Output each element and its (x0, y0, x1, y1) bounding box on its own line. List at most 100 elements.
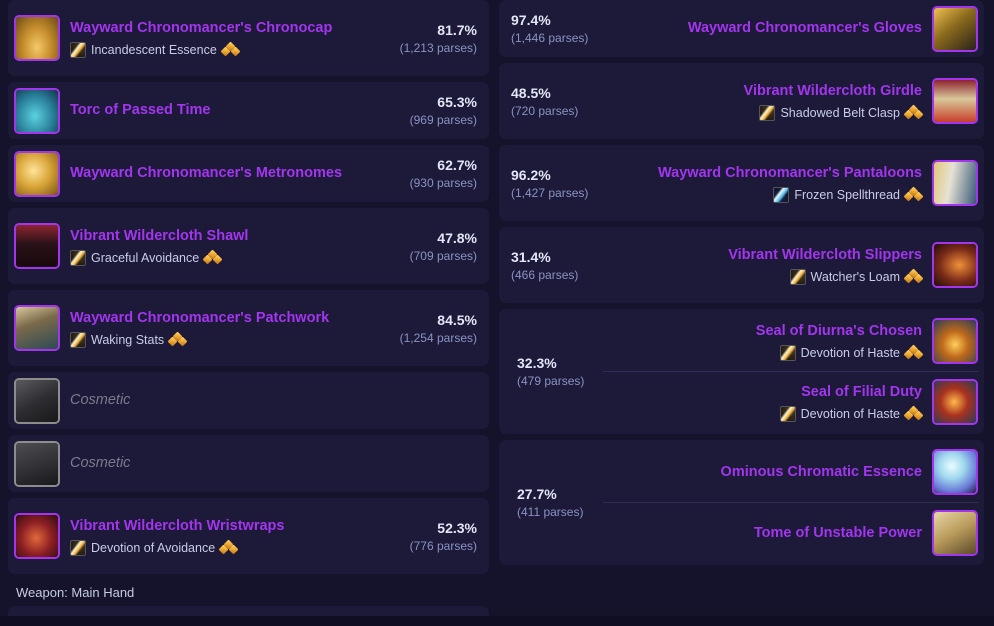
item-name[interactable]: Wayward Chronomancer's Patchwork (70, 309, 390, 328)
gear-columns: Wayward Chronomancer's Chronocap Incandes… (0, 0, 994, 626)
gear-row[interactable]: Wayward Chronomancer's Patchwork Waking S… (8, 290, 489, 366)
item-icon-chronomancer-gloves[interactable] (932, 5, 978, 52)
gem-cluster-icon[interactable] (903, 104, 924, 120)
gem-cluster-icon[interactable] (202, 249, 223, 265)
item-icon-torc-of-passed-time[interactable] (14, 87, 60, 134)
gear-row[interactable]: Wayward Chronomancer's Metronomes 62.7% (9… (8, 145, 489, 202)
enchant-scroll-icon[interactable] (70, 249, 86, 266)
gear-row[interactable]: Vibrant Wildercloth Wristwraps Devotion o… (8, 498, 489, 574)
gear-row[interactable]: Cosmetic (8, 435, 489, 492)
parse-stats: 32.3% (479 parses) (511, 354, 601, 389)
parse-count: (720 parses) (511, 103, 579, 118)
enchant-line: Devotion of Avoidance (70, 539, 400, 556)
item-icon-wildercloth-slippers[interactable] (932, 242, 978, 288)
gear-pair-row[interactable]: 27.7% (411 parses) Ominous Chromatic Essen… (499, 440, 984, 565)
item-icon-art (16, 17, 58, 59)
gear-row[interactable]: Cosmetic (8, 372, 489, 429)
item-icon-wildercloth-wristwraps[interactable] (14, 513, 60, 559)
enchant-line: Waking Stats (70, 331, 390, 348)
parse-percent: 47.8% (437, 229, 477, 246)
gem-cluster-icon[interactable] (167, 331, 188, 347)
gear-subrow[interactable]: Seal of Diurna's Chosen Devotion of Haste (601, 314, 978, 368)
enchant-scroll-icon[interactable] (759, 104, 776, 121)
cosmetic-label[interactable]: Cosmetic (70, 391, 467, 410)
item-name[interactable]: Tome of Unstable Power (611, 524, 922, 543)
gear-pair-row[interactable]: 32.3% (479 parses) Seal of Diurna's Chosen… (499, 309, 984, 434)
parse-stats-wrap: 27.7% (411 parses) (505, 485, 601, 520)
enchant-line: Graceful Avoidance (70, 249, 400, 266)
gem-cluster-icon[interactable] (220, 41, 241, 57)
item-name[interactable]: Vibrant Wildercloth Slippers (605, 246, 922, 265)
item-name[interactable]: Seal of Diurna's Chosen (611, 322, 922, 341)
item-icon-art (934, 162, 976, 204)
parse-percent: 65.3% (437, 94, 477, 110)
enchant-scroll-icon[interactable] (779, 405, 796, 422)
gem-cluster-icon[interactable] (218, 539, 239, 555)
enchant-label: Waking Stats (91, 332, 165, 347)
item-name[interactable]: Vibrant Wildercloth Shawl (70, 227, 400, 246)
parse-count: (1,427 parses) (511, 185, 589, 200)
gear-row[interactable]: 96.2% (1,427 parses) Wayward Chronomancer'… (499, 145, 984, 221)
parse-percent: 84.5% (437, 311, 477, 328)
enchant-scroll-icon-blue[interactable] (773, 186, 790, 203)
gear-subrow[interactable]: Seal of Filial Duty Devotion of Haste (601, 375, 978, 429)
enchant-scroll-icon[interactable] (779, 344, 796, 361)
gear-row[interactable]: Vibrant Wildercloth Shawl Graceful Avoida… (8, 208, 489, 284)
gear-row[interactable]: 48.5% (720 parses) Vibrant Wildercloth Gir… (499, 63, 984, 139)
item-name[interactable]: Ominous Chromatic Essence (611, 463, 922, 482)
item-info: Wayward Chronomancer's Chronocap Incandes… (60, 19, 400, 58)
parse-percent: 81.7% (437, 21, 477, 38)
parse-count: (930 parses) (409, 176, 477, 190)
parse-count: (1,213 parses) (399, 40, 477, 55)
gear-row[interactable]: Torc of Passed Time 65.3% (969 parses) (8, 82, 489, 139)
item-icon-cosmetic-tabard[interactable] (14, 440, 60, 487)
parse-stats: 47.8% (709 parses) (410, 229, 483, 264)
item-name[interactable]: Vibrant Wildercloth Wristwraps (70, 517, 400, 536)
item-name[interactable]: Wayward Chronomancer's Pantaloons (605, 164, 922, 183)
item-icon-wildercloth-girdle[interactable] (932, 78, 978, 124)
parse-count: (709 parses) (409, 248, 477, 263)
item-icon-wildercloth-shawl[interactable] (14, 223, 60, 269)
gem-cluster-icon[interactable] (903, 344, 924, 360)
item-icon-seal-of-filial-duty[interactable] (932, 379, 978, 425)
parse-percent: 62.7% (437, 157, 477, 173)
item-name[interactable]: Wayward Chronomancer's Gloves (605, 19, 922, 38)
item-name[interactable]: Seal of Filial Duty (611, 383, 922, 402)
right-gear-column: 97.4% (1,446 parses) Wayward Chronomancer'… (497, 0, 994, 626)
item-name[interactable]: Wayward Chronomancer's Chronocap (70, 19, 390, 38)
item-icon-cosmetic-shirt[interactable] (14, 377, 60, 424)
item-name[interactable]: Torc of Passed Time (70, 101, 400, 120)
parse-stats: 48.5% (720 parses) (505, 84, 595, 119)
enchant-line: Frozen Spellthread (605, 186, 924, 203)
item-icon-metronomes[interactable] (14, 150, 60, 197)
gem-cluster-icon[interactable] (903, 186, 924, 202)
item-icon-art (934, 80, 976, 122)
enchant-scroll-icon[interactable] (70, 539, 86, 556)
gear-row[interactable]: Wayward Chronomancer's Chronocap Incandes… (8, 0, 489, 76)
item-icon-seal-of-diurnas-chosen[interactable] (932, 318, 978, 364)
cosmetic-label[interactable]: Cosmetic (70, 454, 467, 473)
item-name[interactable]: Wayward Chronomancer's Metronomes (70, 164, 400, 183)
enchant-scroll-icon[interactable] (70, 331, 86, 348)
item-icon-art (16, 307, 58, 349)
item-icon-pantaloons[interactable] (932, 160, 978, 206)
parse-percent: 48.5% (511, 84, 551, 101)
enchant-label: Watcher's Loam (810, 269, 900, 284)
gem-cluster-icon[interactable] (903, 268, 924, 284)
gear-row[interactable]: 31.4% (466 parses) Vibrant Wildercloth Sli… (499, 227, 984, 303)
enchant-label: Devotion of Haste (800, 345, 900, 360)
parse-count: (479 parses) (517, 374, 585, 388)
gem-cluster-icon[interactable] (903, 405, 924, 421)
enchant-scroll-icon[interactable] (789, 268, 806, 285)
item-name[interactable]: Vibrant Wildercloth Girdle (605, 82, 922, 101)
gear-subrow[interactable]: Ominous Chromatic Essence (601, 445, 978, 499)
gear-row[interactable]: 97.4% (1,446 parses) Wayward Chronomancer'… (499, 0, 984, 57)
item-icon-art (16, 515, 58, 557)
gear-subrow[interactable]: Tome of Unstable Power (601, 506, 978, 560)
item-icon-tome-of-unstable-power[interactable] (932, 510, 978, 556)
item-icon-patchwork[interactable] (14, 305, 60, 351)
parse-stats-wrap: 32.3% (479 parses) (505, 354, 601, 389)
item-icon-chronocap[interactable] (14, 15, 60, 61)
enchant-scroll-icon[interactable] (70, 41, 86, 58)
item-icon-ominous-chromatic-essence[interactable] (932, 449, 978, 495)
